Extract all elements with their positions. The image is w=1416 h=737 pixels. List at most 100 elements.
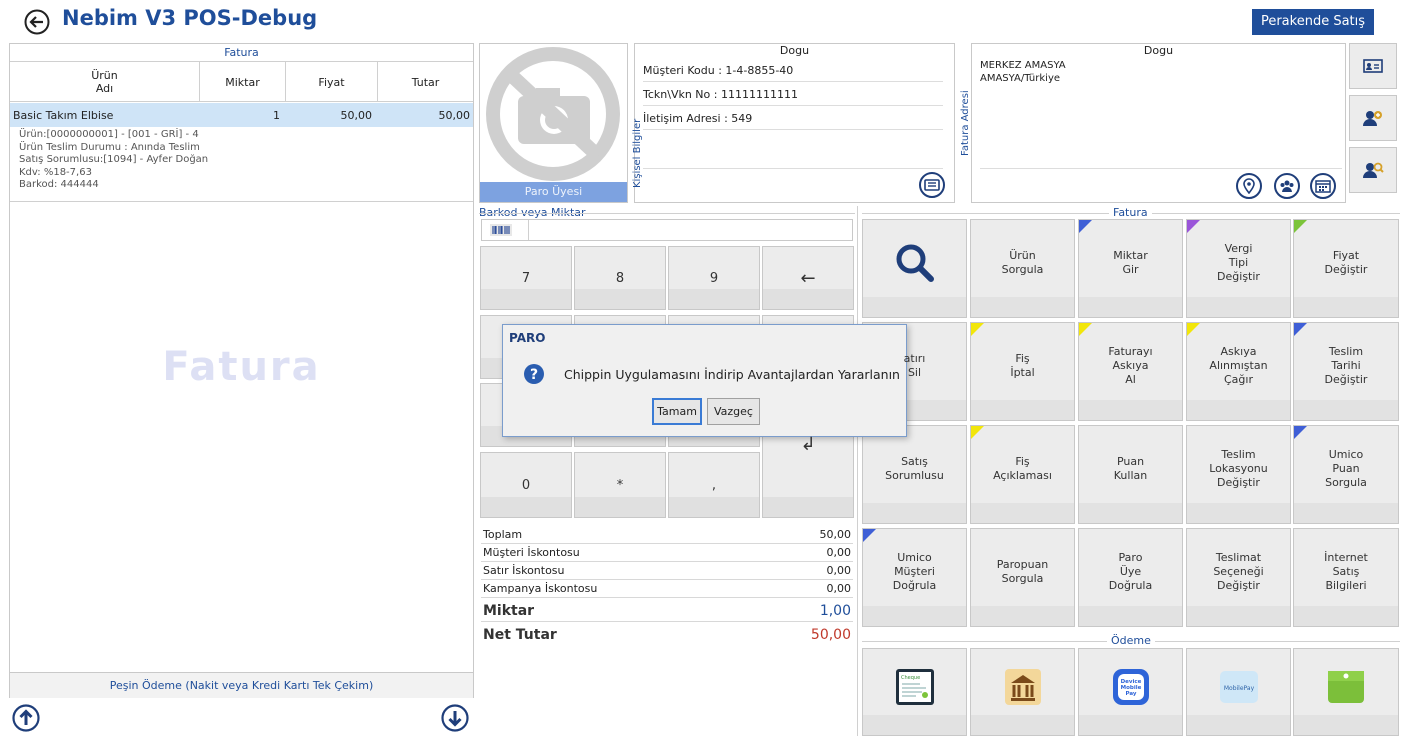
col-price[interactable]: Fiyat xyxy=(286,62,378,102)
member-label: Paro Üyesi xyxy=(480,182,627,202)
product-query-button[interactable]: Ürün Sorgula xyxy=(970,219,1075,318)
detail-line: Ürün:[0000000001] - [001 - GRİ] - 4 xyxy=(19,129,199,140)
magnifier-icon xyxy=(896,244,934,282)
contact-address: İletişim Adresi : 549 xyxy=(643,112,943,130)
detail-line: Ürün Teslim Durumu : Anında Teslim xyxy=(19,141,200,153)
invoice-header: Fatura xyxy=(10,44,473,62)
detail-line: Satış Sorumlusu:[1094] - Ayfer Doğan xyxy=(19,154,209,165)
wallet-payment-button[interactable] xyxy=(1293,648,1399,736)
customer-name: Dogu xyxy=(779,44,810,57)
change-delivery-date-button[interactable]: Teslim Tarihi Değiştir xyxy=(1293,322,1399,421)
device-mobile-pay-button[interactable]: Device Mobile Pay xyxy=(1078,648,1183,736)
umico-points-query-button[interactable]: Umico Puan Sorgula xyxy=(1293,425,1399,524)
dialog-title: PARO xyxy=(509,331,546,345)
wallet-icon xyxy=(1328,671,1364,703)
row-details: Ürün:[0000000001] - [001 - GRİ] - 4 Ürün… xyxy=(19,129,459,192)
scroll-up-icon[interactable] xyxy=(12,704,40,732)
enter-quantity-button[interactable]: Miktar Gir xyxy=(1078,219,1183,318)
invoice-columns: Ürün Adı Miktar Fiyat Tutar xyxy=(10,62,473,102)
key-0[interactable]: 0 xyxy=(480,452,572,518)
key-comma[interactable]: , xyxy=(668,452,760,518)
suspend-invoice-button[interactable]: Faturayı Askıya Al xyxy=(1078,322,1183,421)
id-card-icon[interactable] xyxy=(919,172,945,198)
row-name: Basic Takım Elbise xyxy=(13,108,114,122)
tax-number: Tckn\Vkn No : 11111111111 xyxy=(643,88,943,106)
cash-payment-button[interactable]: Peşin Ödeme (Nakit veya Kredi Kartı Tek … xyxy=(10,672,473,698)
retail-sale-button[interactable]: Perakende Satış xyxy=(1252,9,1374,35)
svg-text:MobilePay: MobilePay xyxy=(1223,685,1254,692)
top-bar: Nebim V3 POS-Debug Perakende Satış xyxy=(0,0,1416,40)
table-row[interactable]: Basic Takım Elbise 1 50,00 50,00 xyxy=(10,103,473,127)
row-price: 50,00 xyxy=(340,108,373,122)
key-8[interactable]: 8 xyxy=(574,246,666,310)
line-discount-row: Satır İskontosu 0,00 xyxy=(481,562,853,580)
change-delivery-location-button[interactable]: Teslim Lokasyonu Değiştir xyxy=(1186,425,1291,524)
barcode-field xyxy=(481,219,853,241)
recall-suspended-button[interactable]: Askıya Alınmıştan Çağır xyxy=(1186,322,1291,421)
change-delivery-option-button[interactable]: Teslimat Seçeneği Değiştir xyxy=(1186,528,1291,627)
cheque-icon: Cheque xyxy=(895,669,934,705)
quantity-row: Miktar 1,00 xyxy=(481,600,853,622)
internet-sales-info-button[interactable]: İnternet Satış Bilgileri xyxy=(1293,528,1399,627)
col-total[interactable]: Tutar xyxy=(378,62,473,102)
use-points-button[interactable]: Puan Kullan xyxy=(1078,425,1183,524)
mobile-pay-button[interactable]: MobilePay xyxy=(1186,648,1291,736)
barcode-icon xyxy=(490,224,512,236)
detail-line: Barkod: 444444 xyxy=(19,179,99,190)
change-tax-type-button[interactable]: Vergi Tipi Değiştir xyxy=(1186,219,1291,318)
search-button[interactable] xyxy=(862,219,967,318)
scroll-down-icon[interactable] xyxy=(441,704,469,732)
key-multiply[interactable]: * xyxy=(574,452,666,518)
mobile-pay-icon: MobilePay xyxy=(1219,671,1258,703)
cancel-button[interactable]: Vazgeç xyxy=(707,398,760,425)
app-title: Nebim V3 POS-Debug xyxy=(62,6,318,30)
paropuan-query-button[interactable]: Paropuan Sorgula xyxy=(970,528,1075,627)
group-icon[interactable] xyxy=(1274,173,1300,199)
col-qty[interactable]: Miktar xyxy=(200,62,286,102)
invoice-panel: Fatura Ürün Adı Miktar Fiyat Tutar Basic… xyxy=(9,43,474,698)
barcode-input[interactable] xyxy=(528,220,852,240)
campaign-discount-row: Kampanya İskontosu 0,00 xyxy=(481,580,853,598)
change-price-button[interactable]: Fiyat Değiştir xyxy=(1293,219,1399,318)
key-9[interactable]: 9 xyxy=(668,246,760,310)
bank-payment-button[interactable] xyxy=(970,648,1075,736)
backspace-key[interactable]: ← xyxy=(762,246,854,310)
address-line-2: AMASYA/Türkiye xyxy=(980,73,1061,84)
dialog-message: Chippin Uygulamasını İndirip Avantajlard… xyxy=(564,367,900,382)
col-product[interactable]: Ürün Adı xyxy=(10,62,200,102)
invoice-address-tab[interactable]: Fatura Adresi xyxy=(958,86,972,156)
key-7[interactable]: 7 xyxy=(480,246,572,310)
no-photo-icon xyxy=(480,44,627,182)
add-customer-icon[interactable] xyxy=(1349,95,1397,141)
svg-text:?: ? xyxy=(530,367,538,383)
invoice-watermark: Fatura xyxy=(162,344,321,390)
question-icon: ? xyxy=(523,363,545,385)
customer-discount-row: Müşteri İskontosu 0,00 xyxy=(481,544,853,562)
receipt-note-button[interactable]: Fiş Açıklaması xyxy=(970,425,1075,524)
address-line-1: MERKEZ AMASYA xyxy=(980,60,1066,71)
payment-header: Ödeme xyxy=(1107,634,1155,647)
cancel-receipt-button[interactable]: Fiş İptal xyxy=(970,322,1075,421)
umico-verify-customer-button[interactable]: Umico Müşteri Doğrula xyxy=(862,528,967,627)
paro-verify-member-button[interactable]: Paro Üye Doğrula xyxy=(1078,528,1183,627)
ok-button[interactable]: Tamam xyxy=(652,398,702,425)
svg-text:Cheque: Cheque xyxy=(901,675,920,681)
detail-line: Kdv: %18-7,63 xyxy=(19,166,92,178)
functions-header: Fatura xyxy=(1109,206,1152,219)
net-total-row: Net Tutar 50,00 xyxy=(483,627,851,643)
bank-icon xyxy=(1004,669,1041,705)
personal-info-panel: Dogu Kişisel Bilgiler Müşteri Kodu : 1-4… xyxy=(632,43,955,203)
customer-photo[interactable]: Paro Üyesi xyxy=(479,43,628,203)
back-arrow-icon[interactable] xyxy=(24,9,50,35)
paro-dialog: PARO ? Chippin Uygulamasını İndirip Avan… xyxy=(502,324,907,437)
search-customer-icon[interactable] xyxy=(1349,147,1397,193)
row-total: 50,00 xyxy=(438,108,471,122)
row-qty: 1 xyxy=(273,108,280,122)
location-pin-icon[interactable] xyxy=(1236,173,1262,199)
calendar-icon[interactable] xyxy=(1310,173,1336,199)
total-row: Toplam 50,00 xyxy=(481,526,853,544)
cheque-payment-button[interactable]: Cheque xyxy=(862,648,967,736)
customer-card-icon[interactable] xyxy=(1349,43,1397,89)
sales-person-button[interactable]: Satış Sorumlusu xyxy=(862,425,967,524)
invoice-address-name: Dogu xyxy=(1143,44,1174,57)
